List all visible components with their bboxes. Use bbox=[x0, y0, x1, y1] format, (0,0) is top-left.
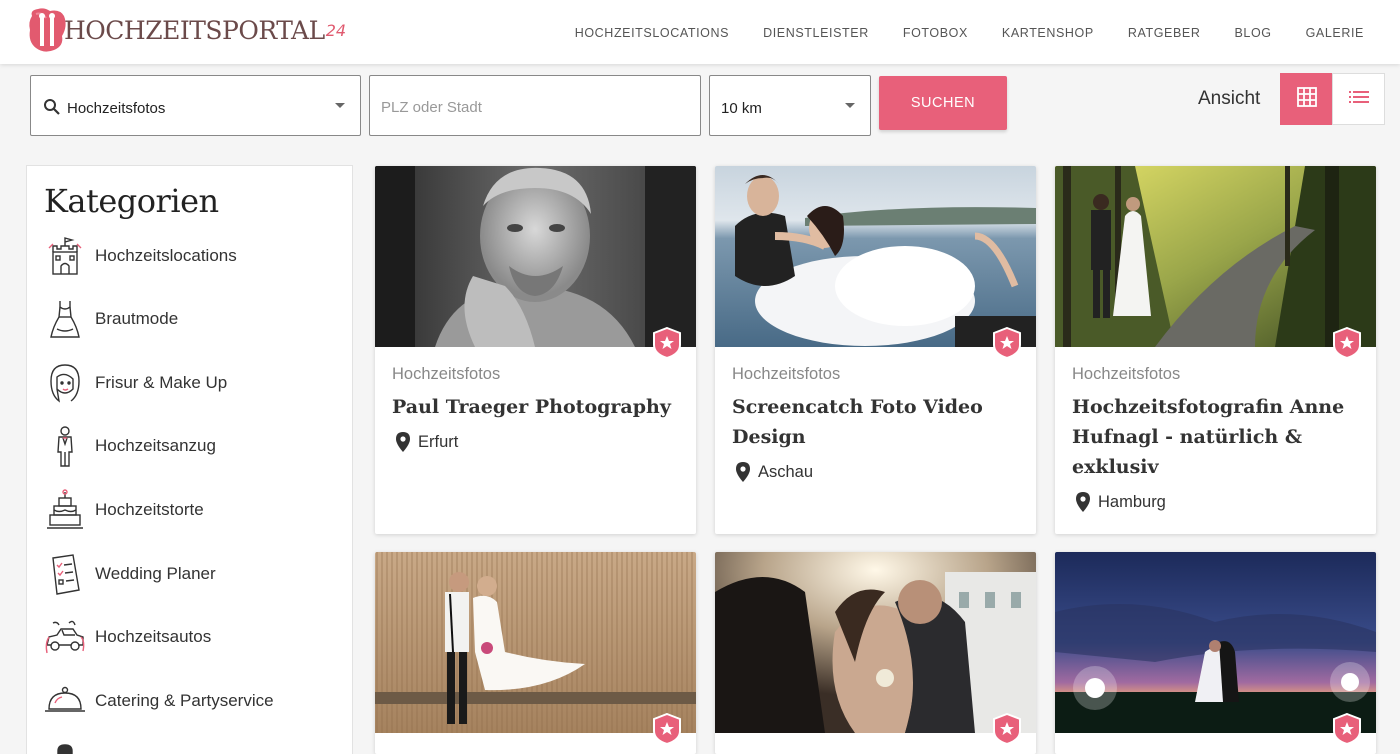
map-pin-icon bbox=[396, 432, 410, 452]
card-title[interactable]: Paul Traeger Photography bbox=[392, 392, 682, 422]
view-label: Ansicht bbox=[1198, 88, 1261, 109]
sidebar-item-catering-partyservice[interactable]: Catering & Partyservice bbox=[43, 677, 343, 725]
radius-select-value: 10 km bbox=[721, 100, 762, 117]
logo-text: HOCHZEITSPORTAL bbox=[64, 15, 325, 45]
card-location-text: Aschau bbox=[758, 462, 814, 481]
sidebar-item-label: Hochzeitsanzug bbox=[95, 436, 216, 455]
chevron-down-icon bbox=[845, 103, 855, 108]
sidebar-item-label: Wedding Planer bbox=[95, 564, 216, 583]
listing-card-paul-traeger[interactable]: Hochzeitsfotos Paul Traeger Photography … bbox=[375, 166, 696, 534]
card-location-text: Hamburg bbox=[1098, 492, 1166, 511]
grid-view-button[interactable] bbox=[1280, 73, 1333, 125]
listing-card-row2-2[interactable] bbox=[715, 552, 1036, 754]
listing-card-screencatch[interactable]: Hochzeitsfotos Screencatch Foto Video De… bbox=[715, 166, 1036, 534]
card-photo[interactable] bbox=[715, 552, 1036, 733]
sidebar-item-partial[interactable] bbox=[43, 741, 343, 754]
sidebar-item-brautmode[interactable]: Brautmode bbox=[43, 295, 343, 343]
card-photo[interactable] bbox=[1055, 552, 1376, 733]
sidebar-item-label: Hochzeitsautos bbox=[95, 627, 212, 646]
list-icon bbox=[1348, 89, 1370, 110]
location-field[interactable] bbox=[369, 75, 701, 136]
main-nav: HOCHZEITSLOCATIONS DIENSTLEISTER FOTOBOX… bbox=[541, 0, 1364, 66]
nav-galerie[interactable]: GALERIE bbox=[1306, 26, 1364, 40]
cloche-icon bbox=[43, 678, 87, 724]
sidebar-item-hochzeitsautos[interactable]: Hochzeitsautos bbox=[43, 613, 343, 661]
sidebar-item-label: Hochzeitstorte bbox=[95, 500, 204, 519]
nav-dienstleister[interactable]: DIENSTLEISTER bbox=[763, 26, 869, 40]
logo-mark-icon bbox=[26, 6, 70, 54]
wedding-dress-icon bbox=[43, 296, 87, 342]
sidebar-item-hochzeitsanzug[interactable]: Hochzeitsanzug bbox=[43, 422, 343, 470]
list-view-button[interactable] bbox=[1332, 73, 1385, 125]
grid-icon bbox=[1296, 86, 1318, 113]
castle-icon bbox=[43, 233, 87, 279]
groom-suit-icon bbox=[43, 423, 87, 469]
search-icon bbox=[43, 98, 61, 121]
card-category: Hochzeitsfotos bbox=[732, 365, 841, 383]
card-photo[interactable] bbox=[1055, 166, 1376, 347]
site-header: HOCHZEITSPORTAL 24 HOCHZEITSLOCATIONS DI… bbox=[0, 0, 1400, 64]
groom-icon bbox=[43, 742, 87, 754]
location-input[interactable] bbox=[381, 94, 681, 120]
listing-card-row2-3[interactable] bbox=[1055, 552, 1376, 754]
checklist-icon bbox=[43, 551, 87, 597]
featured-badge-icon bbox=[652, 326, 682, 364]
category-select-value: Hochzeitsfotos bbox=[67, 100, 166, 117]
card-location: Erfurt bbox=[396, 432, 458, 452]
sidebar-item-label: Brautmode bbox=[95, 309, 179, 328]
card-category: Hochzeitsfotos bbox=[1072, 365, 1181, 383]
sidebar-item-hochzeitslocations[interactable]: Hochzeitslocations bbox=[43, 232, 343, 280]
card-title[interactable]: Screencatch Foto Video Design bbox=[732, 392, 1022, 452]
featured-badge-icon bbox=[1332, 326, 1362, 364]
card-location-text: Erfurt bbox=[418, 432, 459, 451]
map-pin-icon bbox=[736, 462, 750, 482]
nav-ratgeber[interactable]: RATGEBER bbox=[1128, 26, 1201, 40]
logo-suffix: 24 bbox=[325, 20, 347, 40]
map-pin-icon bbox=[1076, 492, 1090, 512]
bride-face-icon bbox=[43, 360, 87, 406]
search-button[interactable]: SUCHEN bbox=[879, 76, 1007, 130]
featured-badge-icon bbox=[992, 326, 1022, 364]
chevron-down-icon bbox=[335, 103, 345, 108]
wedding-car-icon bbox=[43, 614, 87, 660]
category-sidebar: Kategorien Hochzeitslocations Brautmode bbox=[26, 165, 353, 754]
featured-badge-icon bbox=[652, 712, 682, 750]
nav-blog[interactable]: BLOG bbox=[1234, 26, 1271, 40]
nav-kartenshop[interactable]: KARTENSHOP bbox=[1002, 26, 1094, 40]
card-photo[interactable] bbox=[375, 166, 696, 347]
card-location: Hamburg bbox=[1076, 492, 1166, 512]
sidebar-item-wedding-planer[interactable]: Wedding Planer bbox=[43, 550, 343, 598]
featured-badge-icon bbox=[992, 712, 1022, 750]
sidebar-item-hochzeitstorte[interactable]: Hochzeitstorte bbox=[43, 486, 343, 534]
featured-badge-icon bbox=[1332, 712, 1362, 750]
sidebar-item-label: Frisur & Make Up bbox=[95, 373, 228, 392]
nav-fotobox[interactable]: FOTOBOX bbox=[903, 26, 968, 40]
sidebar-item-label: Catering & Partyservice bbox=[95, 691, 274, 710]
radius-select[interactable]: 10 km bbox=[709, 75, 871, 136]
sidebar-title: Kategorien bbox=[44, 182, 219, 220]
category-select[interactable]: Hochzeitsfotos bbox=[30, 75, 361, 136]
sidebar-item-label: Hochzeitslocations bbox=[95, 246, 237, 265]
listing-card-anne-hufnagl[interactable]: Hochzeitsfotos Hochzeitsfotografin Anne … bbox=[1055, 166, 1376, 534]
listing-card-row2-1[interactable] bbox=[375, 552, 696, 754]
card-location: Aschau bbox=[736, 462, 813, 482]
nav-hochzeitslocations[interactable]: HOCHZEITSLOCATIONS bbox=[575, 26, 729, 40]
site-logo[interactable]: HOCHZEITSPORTAL 24 bbox=[26, 6, 346, 54]
card-photo[interactable] bbox=[375, 552, 696, 733]
card-category: Hochzeitsfotos bbox=[392, 365, 501, 383]
sidebar-item-frisur-make-up[interactable]: Frisur & Make Up bbox=[43, 359, 343, 407]
wedding-cake-icon bbox=[43, 487, 87, 533]
card-title[interactable]: Hochzeitsfotografin Anne Hufnagl - natür… bbox=[1072, 392, 1362, 482]
card-photo[interactable] bbox=[715, 166, 1036, 347]
